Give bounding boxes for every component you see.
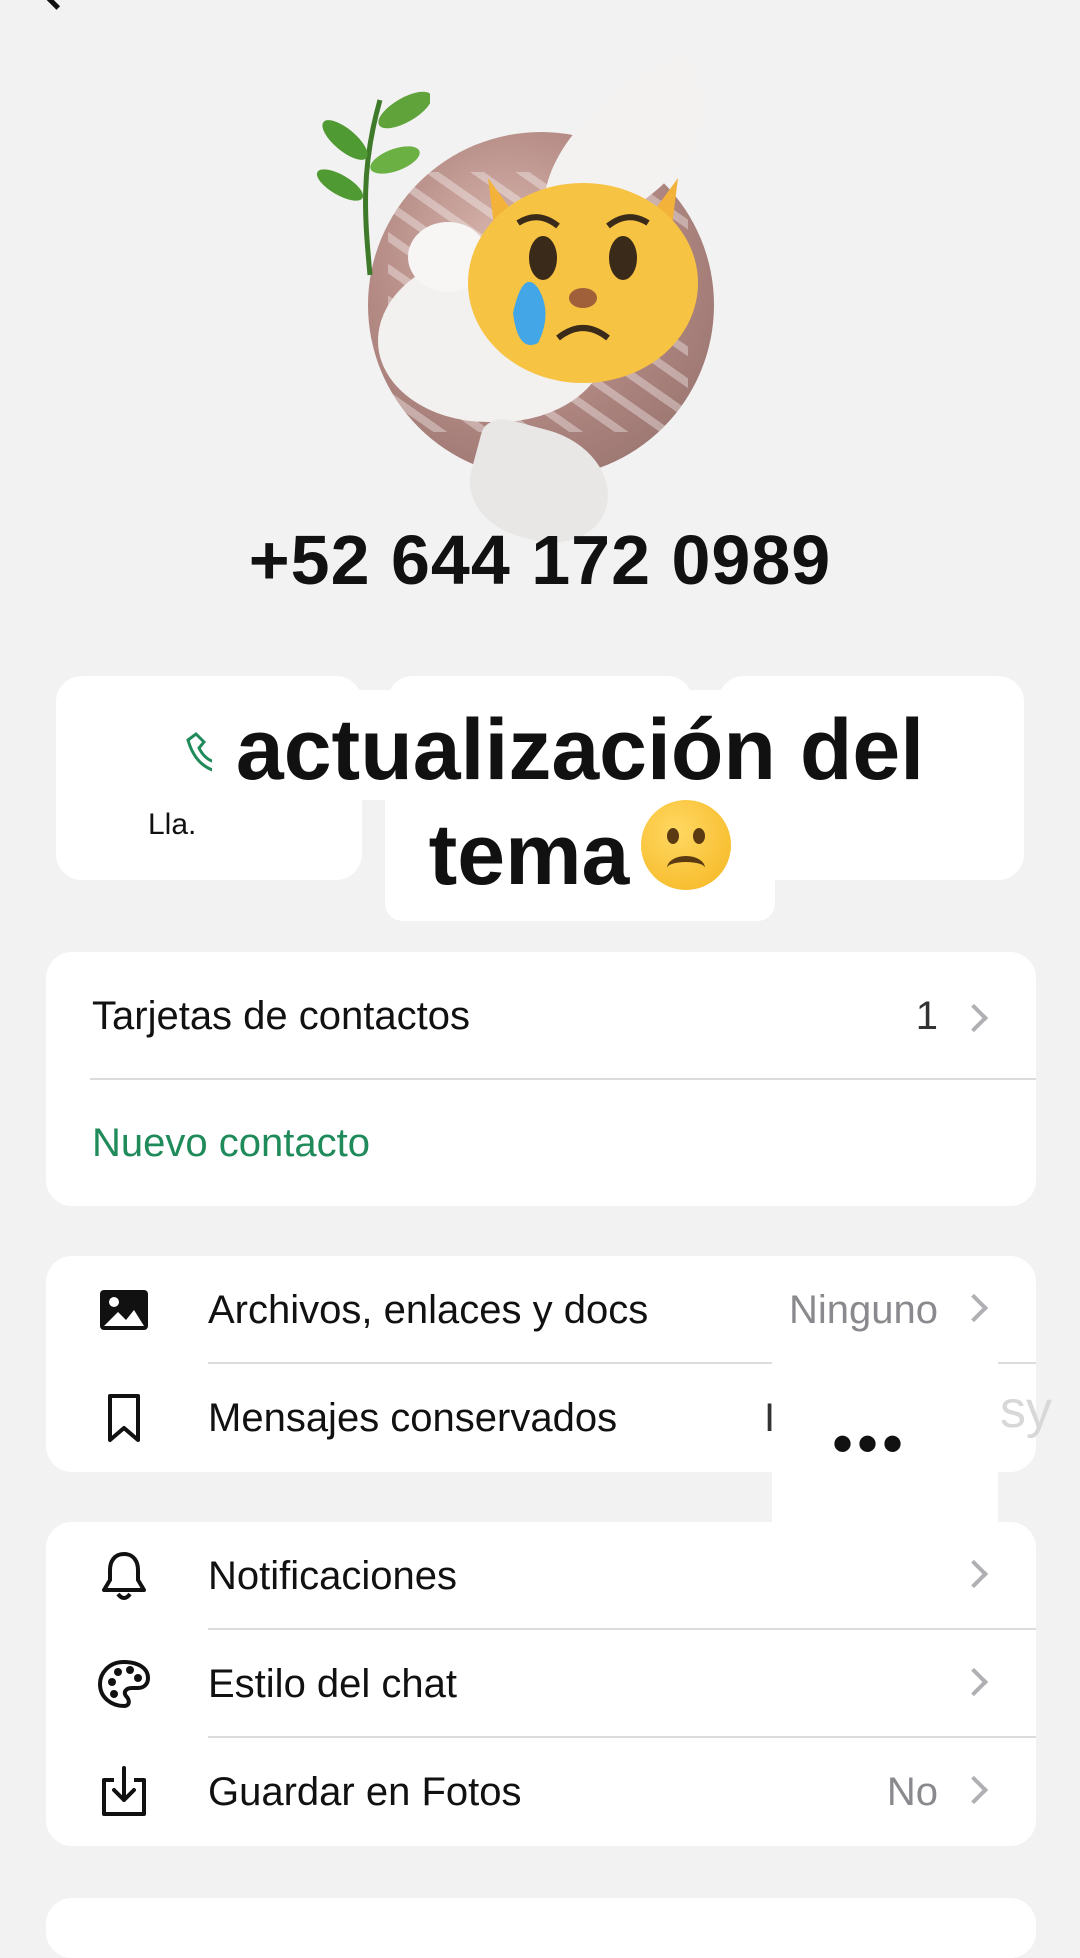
download-icon	[102, 1766, 146, 1816]
frowning-face-emoji-icon	[641, 800, 732, 890]
save-to-photos-row[interactable]: Guardar en Fotos No	[46, 1738, 1036, 1846]
caption-line-2-text: tema	[428, 807, 630, 903]
back-chevron-icon[interactable]	[33, 0, 80, 10]
more-options-button[interactable]: •••	[772, 1340, 998, 1536]
contact-cards-row[interactable]: Tarjetas de contactos 1	[46, 952, 1036, 1080]
bell-icon	[102, 1552, 146, 1600]
kept-messages-label: Mensajes conservados	[208, 1396, 618, 1440]
chevron-right-icon	[959, 1293, 989, 1323]
notifications-row[interactable]: Notificaciones	[46, 1522, 1036, 1630]
chevron-right-icon	[959, 1003, 989, 1033]
more-dots-icon: •••	[832, 1410, 908, 1477]
next-section-card	[46, 1898, 1036, 1958]
files-links-docs-label: Archivos, enlaces y docs	[208, 1288, 649, 1332]
new-contact-label: Nuevo contacto	[92, 1121, 370, 1165]
faded-text-fragment: sy	[1000, 1381, 1052, 1439]
save-to-photos-label: Guardar en Fotos	[208, 1770, 522, 1814]
olive-branch-icon	[316, 91, 430, 276]
contact-cards-section: Tarjetas de contactos 1 Nuevo contacto	[46, 952, 1036, 1206]
chat-settings-section: Notificaciones Estilo del chat Guardar e…	[46, 1522, 1036, 1846]
video-caption-overlay: actualización del tema	[200, 690, 960, 921]
chat-style-row[interactable]: Estilo del chat	[46, 1630, 1036, 1738]
save-to-photos-value: No	[886, 1770, 938, 1814]
caption-line-2: tema	[384, 800, 776, 921]
notifications-label: Notificaciones	[208, 1554, 458, 1598]
new-contact-row[interactable]: Nuevo contacto	[46, 1080, 1036, 1206]
contact-cards-label: Tarjetas de contactos	[92, 994, 470, 1038]
chevron-right-icon	[959, 1559, 989, 1589]
contact-phone-number: +52 644 172 0989	[248, 521, 832, 599]
chevron-right-icon	[959, 1667, 989, 1697]
bookmark-icon	[108, 1394, 140, 1442]
profile-photo[interactable]	[316, 53, 750, 560]
photo-icon	[100, 1290, 148, 1330]
caption-line-1: actualización del	[211, 690, 949, 800]
chevron-right-icon	[959, 1775, 989, 1805]
chat-style-label: Estilo del chat	[208, 1662, 458, 1706]
contact-cards-count: 1	[915, 994, 938, 1038]
palette-icon	[97, 1659, 151, 1709]
crying-cat-emoji-icon	[468, 178, 698, 383]
